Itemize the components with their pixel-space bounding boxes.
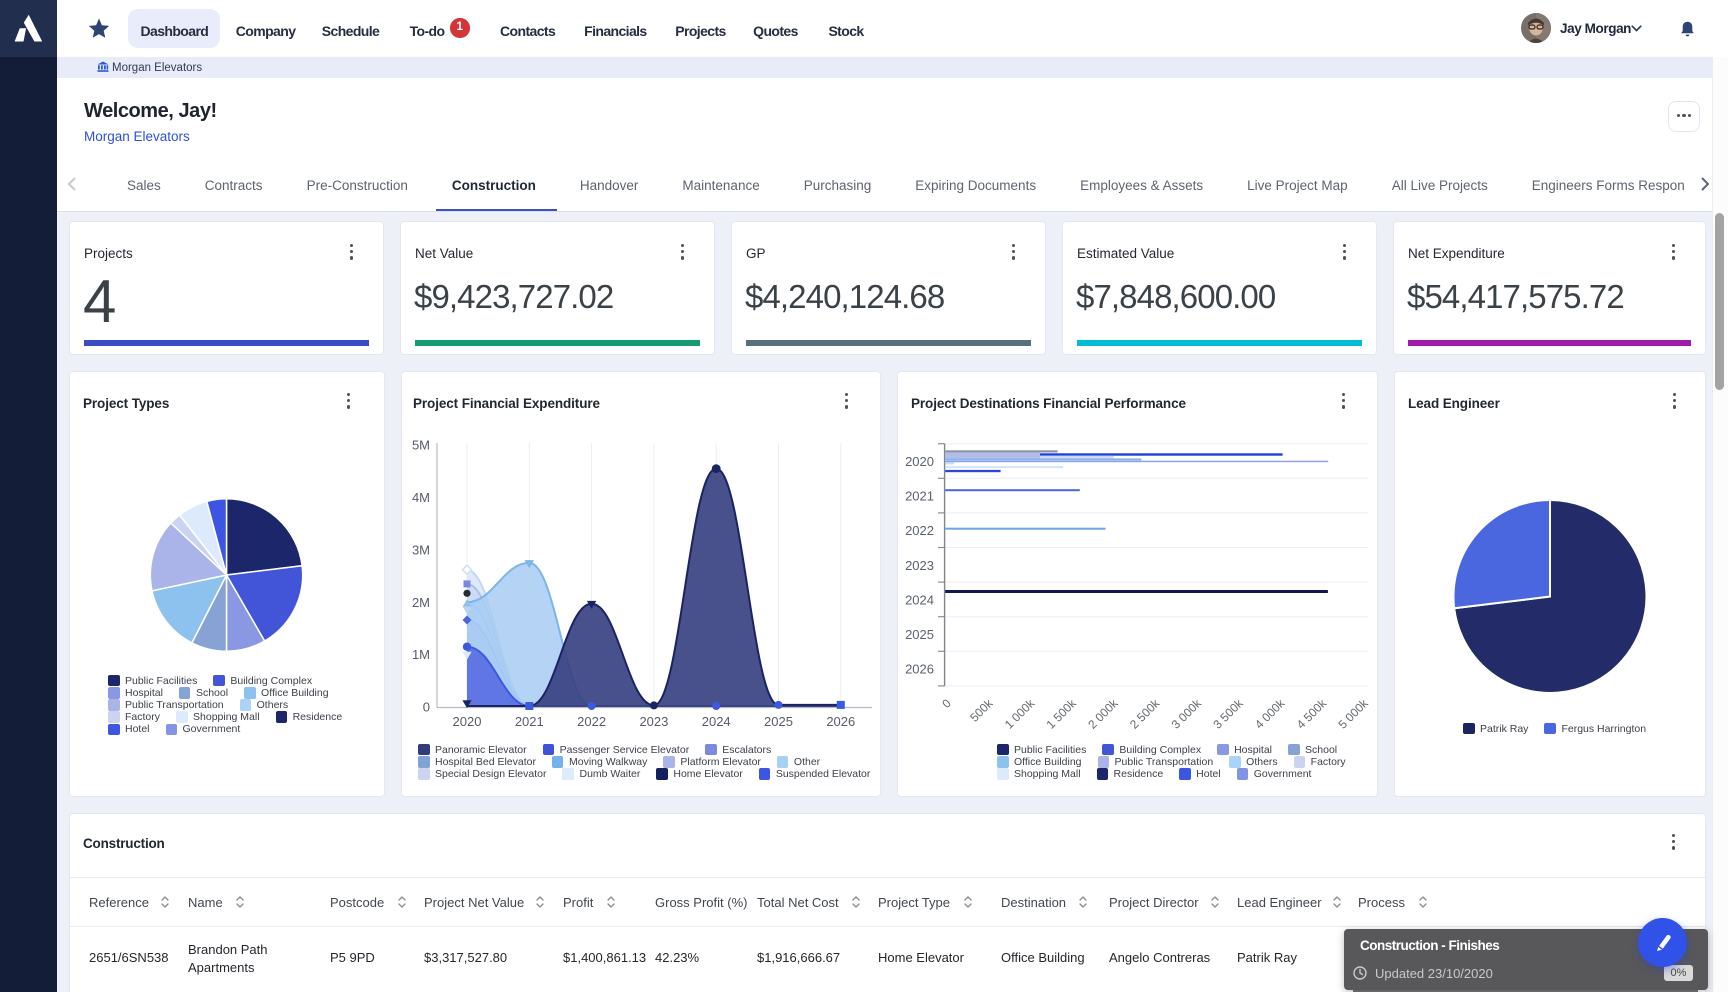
svg-text:0: 0	[939, 696, 954, 711]
svg-text:2 000k: 2 000k	[1085, 696, 1121, 732]
svg-text:2M: 2M	[412, 595, 430, 610]
svg-text:2023: 2023	[639, 714, 668, 729]
svg-text:3M: 3M	[412, 543, 430, 558]
svg-text:2025: 2025	[764, 714, 793, 729]
svg-text:2026: 2026	[826, 714, 855, 729]
svg-text:3 500k: 3 500k	[1210, 696, 1246, 732]
svg-text:500k: 500k	[967, 696, 996, 725]
svg-text:1 000k: 1 000k	[1002, 696, 1038, 732]
svg-text:2 500k: 2 500k	[1127, 696, 1163, 732]
svg-text:2024: 2024	[905, 592, 934, 607]
svg-text:2022: 2022	[577, 714, 606, 729]
svg-text:1M: 1M	[412, 647, 430, 662]
svg-text:2021: 2021	[515, 714, 544, 729]
svg-text:2026: 2026	[905, 662, 934, 677]
svg-text:2024: 2024	[702, 714, 731, 729]
svg-text:2023: 2023	[905, 558, 934, 573]
svg-text:4M: 4M	[412, 490, 430, 505]
svg-text:2025: 2025	[905, 627, 934, 642]
svg-text:2020: 2020	[905, 454, 934, 469]
svg-text:4 000k: 4 000k	[1252, 696, 1288, 732]
svg-text:0: 0	[423, 700, 430, 715]
svg-text:2022: 2022	[905, 523, 934, 538]
svg-text:3 000k: 3 000k	[1169, 696, 1205, 732]
svg-text:5 000k: 5 000k	[1335, 696, 1371, 732]
svg-text:2020: 2020	[453, 714, 482, 729]
svg-text:4 500k: 4 500k	[1294, 696, 1330, 732]
svg-text:1 500k: 1 500k	[1044, 696, 1080, 732]
svg-text:5M: 5M	[412, 438, 430, 453]
svg-text:2021: 2021	[905, 489, 934, 504]
